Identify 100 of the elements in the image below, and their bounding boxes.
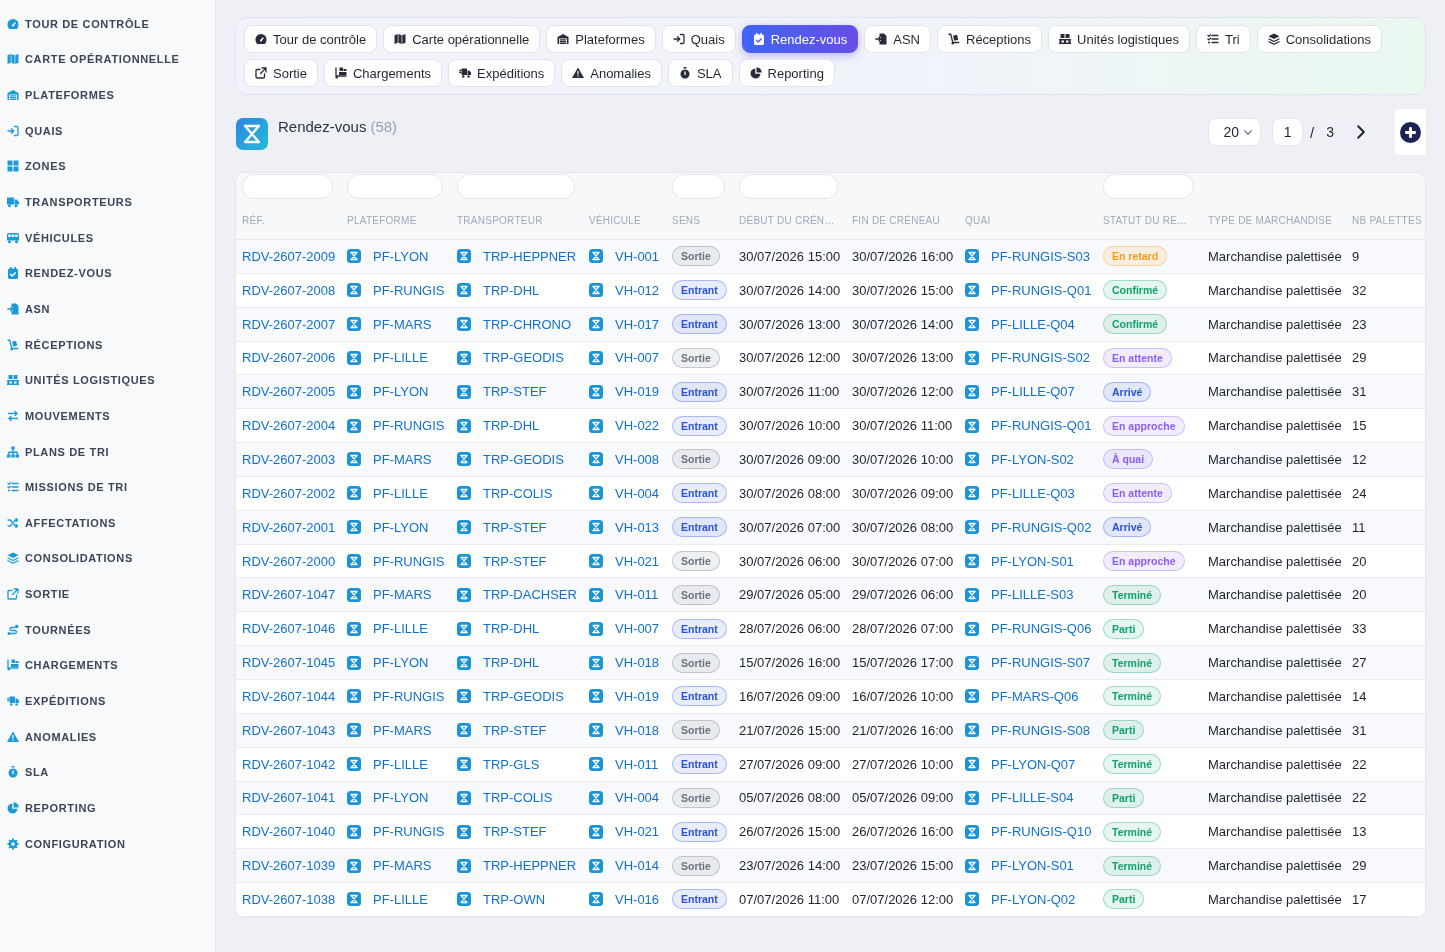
reference-link[interactable]: RDV-2607-1042 (242, 756, 336, 772)
sidebar-item[interactable]: EXPÉDITIONS (0, 683, 215, 719)
dock-link[interactable]: PF-LILLE-S04 (991, 790, 1074, 806)
dock-link[interactable]: PF-LILLE-S03 (991, 587, 1074, 603)
sidebar-item[interactable]: CARTE OPÉRATIONNELLE (0, 41, 215, 78)
reference-link[interactable]: RDV-2607-2002 (242, 485, 336, 501)
page-number-field[interactable]: 1 (1272, 118, 1304, 146)
dock-link[interactable]: PF-LYON-Q07 (991, 756, 1076, 772)
reference-link[interactable]: RDV-2607-1047 (242, 587, 336, 603)
dock-link[interactable]: PF-RUNGIS-Q10 (991, 824, 1092, 840)
dock-link[interactable]: PF-RUNGIS-S07 (991, 655, 1090, 671)
reference-link[interactable]: RDV-2607-1046 (242, 621, 336, 637)
vehicle-link[interactable]: VH-007 (615, 621, 660, 637)
sidebar-item[interactable]: CONSOLIDATIONS (0, 540, 215, 577)
add-button[interactable] (1395, 109, 1426, 155)
vehicle-link[interactable]: VH-017 (615, 316, 660, 332)
tab[interactable]: Unités logistiques (1048, 25, 1190, 53)
tab[interactable]: Anomalies (561, 59, 662, 87)
reference-link[interactable]: RDV-2607-1045 (242, 655, 336, 671)
carrier-link[interactable]: TRP-STEF (483, 519, 547, 535)
vehicle-link[interactable]: VH-011 (615, 756, 659, 772)
next-page-button[interactable] (1355, 124, 1367, 140)
dock-link[interactable]: PF-RUNGIS-S03 (991, 248, 1090, 264)
reference-link[interactable]: RDV-2607-2006 (242, 350, 336, 366)
vehicle-link[interactable]: VH-001 (615, 248, 660, 264)
filter-field[interactable] (1103, 174, 1194, 199)
sidebar-item[interactable]: RENDEZ-VOUS (0, 255, 215, 292)
vehicle-link[interactable]: VH-018 (615, 655, 660, 671)
tab[interactable]: Rendez-vous (741, 25, 859, 53)
vehicle-link[interactable]: VH-019 (615, 688, 660, 704)
sidebar-item[interactable]: ANOMALIES (0, 718, 215, 755)
platform-link[interactable]: PF-LYON (373, 519, 429, 535)
carrier-link[interactable]: TRP-HEPPNER (483, 248, 577, 264)
page-size-select[interactable]: 20 (1208, 118, 1262, 146)
sidebar-item[interactable]: PLANS DE TRI (0, 433, 215, 470)
platform-link[interactable]: PF-RUNGIS (373, 824, 445, 840)
dock-link[interactable]: PF-LYON-Q02 (991, 891, 1076, 907)
platform-link[interactable]: PF-MARS (373, 722, 432, 738)
sidebar-item[interactable]: VÉHICULES (0, 219, 215, 256)
tab[interactable]: ASN (864, 25, 931, 53)
platform-link[interactable]: PF-MARS (373, 587, 432, 603)
tab[interactable]: Quais (661, 25, 736, 53)
carrier-link[interactable]: TRP-DHL (483, 282, 540, 298)
carrier-link[interactable]: TRP-STEF (483, 722, 547, 738)
carrier-link[interactable]: TRP-STEF (483, 824, 547, 840)
sidebar-item[interactable]: REPORTING (0, 790, 215, 826)
tab[interactable]: Réceptions (937, 25, 1043, 53)
carrier-link[interactable]: TRP-CHRONO (483, 316, 572, 332)
sidebar-item[interactable]: SLA (0, 754, 215, 791)
reference-link[interactable]: RDV-2607-2000 (242, 553, 336, 569)
platform-link[interactable]: PF-LILLE (373, 891, 428, 907)
carrier-link[interactable]: TRP-HEPPNER (483, 858, 577, 874)
carrier-link[interactable]: TRP-GLS (483, 756, 540, 772)
carrier-link[interactable]: TRP-DHL (483, 655, 540, 671)
platform-link[interactable]: PF-LILLE (373, 621, 428, 637)
sidebar-item[interactable]: UNITÉS LOGISTIQUES (0, 362, 215, 399)
dock-link[interactable]: PF-RUNGIS-Q01 (991, 418, 1092, 434)
vehicle-link[interactable]: VH-007 (615, 350, 660, 366)
vehicle-link[interactable]: VH-004 (615, 790, 660, 806)
carrier-link[interactable]: TRP-GEODIS (483, 350, 564, 366)
reference-link[interactable]: RDV-2607-2008 (242, 282, 336, 298)
platform-link[interactable]: PF-LYON (373, 248, 429, 264)
carrier-link[interactable]: TRP-COLIS (483, 790, 553, 806)
platform-link[interactable]: PF-LILLE (373, 485, 428, 501)
vehicle-link[interactable]: VH-012 (615, 282, 660, 298)
sidebar-item[interactable]: ASN (0, 291, 215, 327)
dock-link[interactable]: PF-LYON-S01 (991, 553, 1074, 569)
dock-link[interactable]: PF-MARS-Q06 (991, 688, 1079, 704)
sidebar-item[interactable]: ZONES (0, 148, 215, 185)
reference-link[interactable]: RDV-2607-2001 (242, 519, 336, 535)
sidebar-item[interactable]: MISSIONS DE TRI (0, 469, 215, 505)
reference-link[interactable]: RDV-2607-1041 (242, 790, 336, 806)
tab[interactable]: Carte opérationnelle (383, 25, 541, 53)
dock-link[interactable]: PF-RUNGIS-S08 (991, 722, 1090, 738)
sidebar-item[interactable]: QUAIS (0, 112, 215, 149)
platform-link[interactable]: PF-LYON (373, 655, 429, 671)
reference-link[interactable]: RDV-2607-2007 (242, 316, 336, 332)
dock-link[interactable]: PF-LYON-S01 (991, 858, 1074, 874)
filter-field[interactable] (457, 174, 575, 199)
filter-field[interactable] (347, 174, 443, 199)
carrier-link[interactable]: TRP-DACHSER (483, 587, 577, 603)
sidebar-item[interactable]: MOUVEMENTS (0, 398, 215, 434)
sidebar-item[interactable]: TOUR DE CONTRÔLE (0, 6, 215, 42)
dock-link[interactable]: PF-LILLE-Q07 (991, 384, 1075, 400)
sidebar-item[interactable]: TOURNÉES (0, 611, 215, 648)
dock-link[interactable]: PF-LILLE-Q04 (991, 316, 1075, 332)
tab[interactable]: Tour de contrôle (244, 25, 378, 53)
sidebar-item[interactable]: RÉCEPTIONS (0, 326, 215, 363)
platform-link[interactable]: PF-RUNGIS (373, 553, 445, 569)
tab[interactable]: Sortie (244, 59, 318, 87)
vehicle-link[interactable]: VH-004 (615, 485, 660, 501)
platform-link[interactable]: PF-MARS (373, 316, 432, 332)
reference-link[interactable]: RDV-2607-2004 (242, 418, 336, 434)
reference-link[interactable]: RDV-2607-2009 (242, 248, 336, 264)
reference-link[interactable]: RDV-2607-1038 (242, 891, 336, 907)
reference-link[interactable]: RDV-2607-1044 (242, 688, 336, 704)
tab[interactable]: SLA (667, 59, 733, 87)
dock-link[interactable]: PF-RUNGIS-Q01 (991, 282, 1092, 298)
sidebar-item[interactable]: AFFECTATIONS (0, 504, 215, 541)
dock-link[interactable]: PF-RUNGIS-Q02 (991, 519, 1092, 535)
